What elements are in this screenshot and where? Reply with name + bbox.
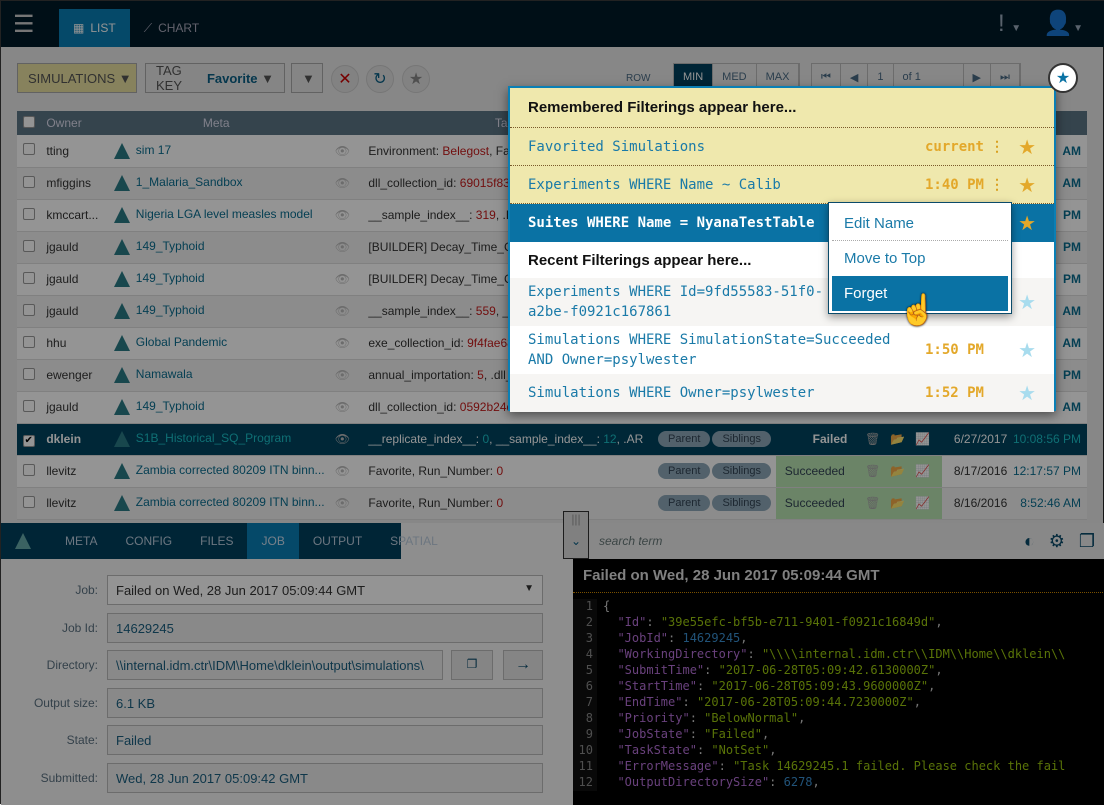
star-icon[interactable]: ★ — [1018, 135, 1036, 159]
remembered-filter-item[interactable]: Experiments WHERE Name ~ Calib 1:40 PM ⋮ ★ — [510, 166, 1054, 204]
remembered-filters-star-icon[interactable]: ★ — [1048, 63, 1078, 93]
star-icon[interactable]: ★ — [1018, 383, 1036, 403]
filter-label: Simulations WHERE Owner=psylwester — [528, 385, 815, 401]
star-icon[interactable]: ★ — [1018, 340, 1036, 360]
filter-label: Simulations WHERE SimulationState=Succee… — [528, 332, 891, 368]
remembered-header: Remembered Filterings appear here... — [510, 88, 1054, 128]
recent-filter-item[interactable]: Simulations WHERE SimulationState=Succee… — [510, 326, 1054, 374]
star-icon[interactable]: ★ — [1018, 211, 1036, 235]
filter-time: 1:52 PM — [924, 385, 984, 401]
hand-cursor-icon: ☝ — [899, 294, 937, 327]
recent-filter-item[interactable]: Simulations WHERE Owner=psylwester 1:52 P… — [510, 374, 1054, 412]
star-icon[interactable]: ★ — [1018, 292, 1036, 312]
filter-time: 1:50 PM — [924, 342, 984, 358]
more-options-icon[interactable]: ⋮ — [990, 177, 1004, 193]
more-options-icon[interactable]: ⋮ — [990, 139, 1004, 155]
remembered-filter-item[interactable]: Favorited Simulations current ⋮ ★ — [510, 128, 1054, 166]
filter-label: Suites WHERE Name = NyanaTestTable — [528, 215, 815, 231]
menu-item-edit-name[interactable]: Edit Name — [832, 206, 1008, 241]
filter-label: Experiments WHERE Id=9fd55583-51f0- a2be-… — [528, 284, 824, 320]
star-icon[interactable]: ★ — [1018, 173, 1036, 197]
filter-time: current — [924, 138, 984, 155]
filter-label: Favorited Simulations — [528, 138, 706, 155]
filter-time: 1:40 PM — [924, 176, 984, 193]
filter-label: Experiments WHERE Name ~ Calib — [528, 176, 781, 193]
menu-item-move-to-top[interactable]: Move to Top — [832, 241, 1008, 276]
